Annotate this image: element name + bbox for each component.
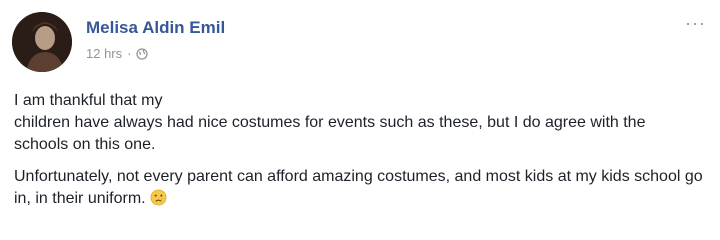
avatar[interactable]	[12, 12, 72, 72]
author-name[interactable]: Melisa Aldin Emil	[86, 18, 225, 38]
post-paragraph-1: I am thankful that my children have alwa…	[14, 92, 646, 153]
crying-face-icon	[150, 189, 167, 206]
post-paragraph-2-text: Unfortunately, not every parent can affo…	[14, 168, 703, 207]
post-card: Melisa Aldin Emil 12 hrs · ··· I am than…	[0, 0, 720, 240]
more-options-button[interactable]: ···	[685, 14, 706, 32]
post-meta: 12 hrs ·	[86, 46, 149, 61]
meta-separator: ·	[127, 46, 132, 61]
globe-icon[interactable]	[136, 47, 149, 60]
post-paragraph-2: Unfortunately, not every parent can affo…	[14, 166, 704, 210]
avatar-image	[12, 12, 72, 72]
post-timestamp[interactable]: 12 hrs	[86, 46, 122, 61]
post-body: I am thankful that my children have alwa…	[14, 90, 704, 220]
